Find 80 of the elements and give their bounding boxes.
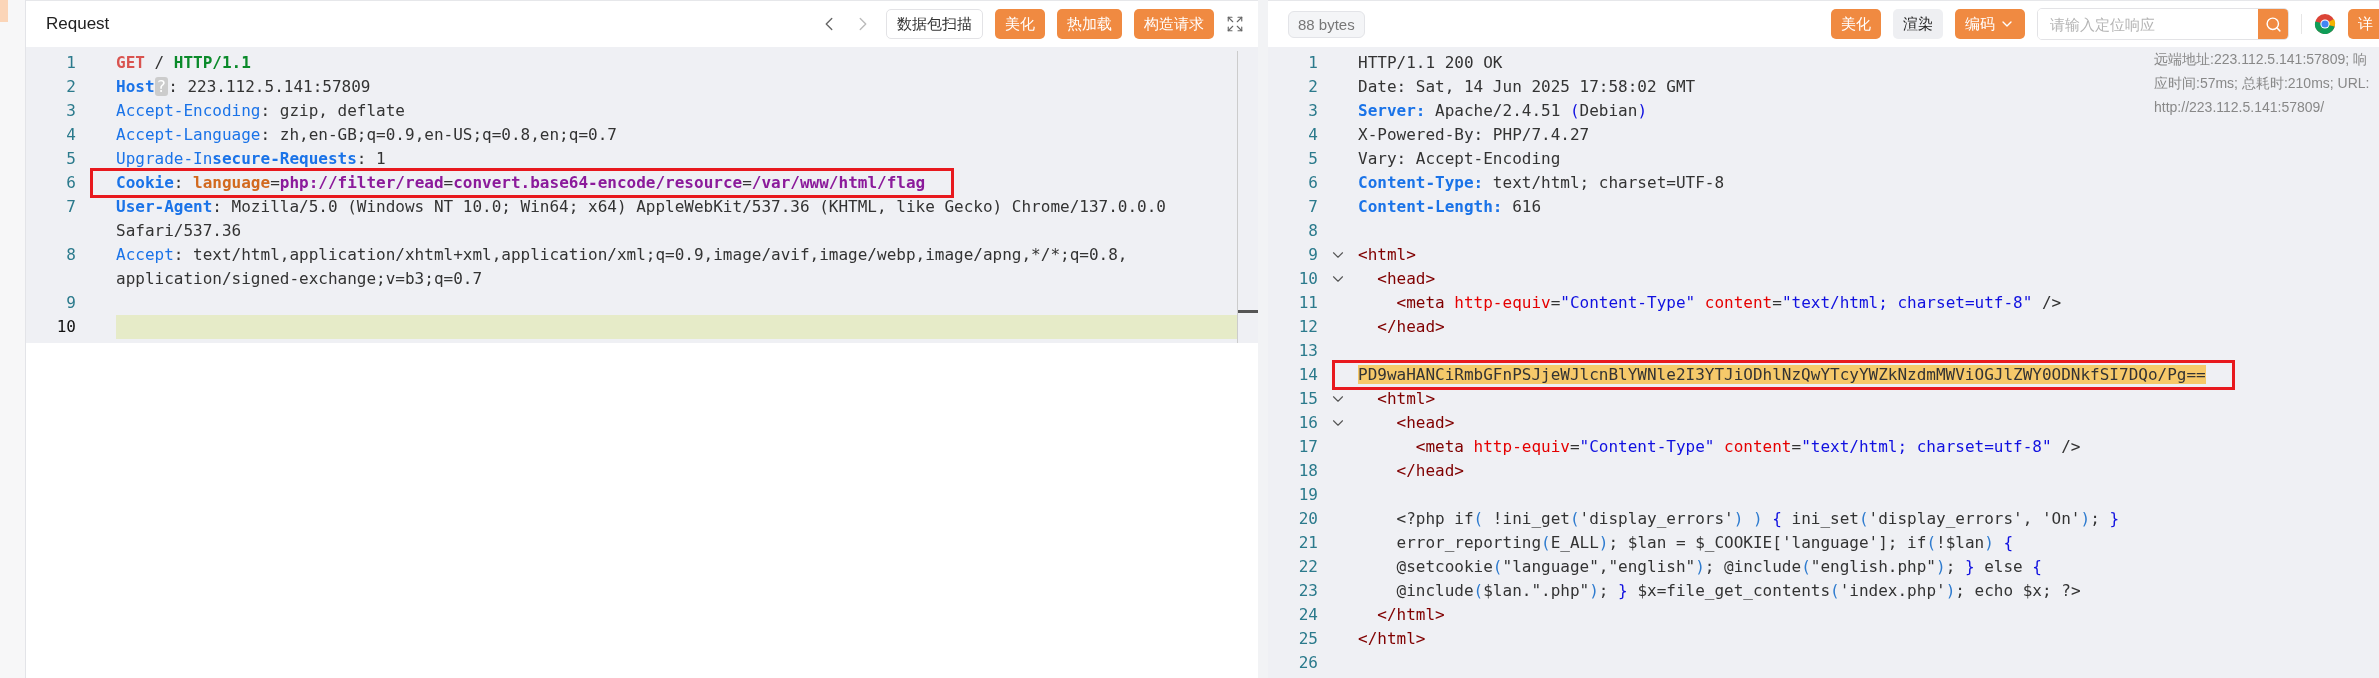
line-number: 10 (55, 316, 76, 338)
code-line: error_reporting(E_ALL); $lan = $_COOKIE['language']; if(!$lan) { (1395, 532, 2014, 554)
toolbar-button[interactable]: 美化 (995, 9, 1045, 39)
scrollbar[interactable] (1237, 51, 1258, 343)
line-number: 1 (65, 52, 76, 74)
line-number: 13 (1297, 340, 1318, 362)
code-line: Accept-Language: zh,en-GB;q=0.9,en-US;q=0.8,en;q=0.7 (116, 124, 617, 146)
code-line: Server: Apache/2.4.51 (Debian) (1358, 100, 1647, 122)
line-number: 2 (1307, 76, 1318, 98)
line-number: 20 (1297, 508, 1318, 530)
code-line: <meta http-equiv="Content-Type" content="text/html; charset=utf-8" /> (1414, 436, 2081, 458)
line-number: 9 (65, 292, 76, 314)
code-line: Host?: 223.112.5.141:57809 (116, 76, 371, 98)
line-number: 12 (1297, 316, 1318, 338)
code-line: <html> (1376, 388, 1436, 410)
line-number: 25 (1297, 628, 1318, 650)
code-line: </html> (1358, 628, 1426, 650)
code-line: </head> (1395, 460, 1464, 482)
line-number: 6 (65, 172, 76, 194)
line-number: 14 (1297, 364, 1318, 386)
code-line: GET / HTTP/1.1 (116, 52, 251, 74)
line-number: 6 (1307, 172, 1318, 194)
line-number: 8 (1307, 220, 1318, 242)
expand-icon[interactable] (1226, 15, 1244, 33)
search-icon (2264, 15, 2282, 33)
toolbar-button[interactable]: 渲染 (1893, 9, 1943, 39)
line-number: 8 (65, 244, 76, 266)
line-number: 11 (1297, 292, 1318, 314)
toolbar-button[interactable]: 美化 (1831, 9, 1881, 39)
scan-button[interactable]: 数据包扫描 (886, 9, 983, 39)
line-number: 3 (65, 100, 76, 122)
line-number: 3 (1307, 100, 1318, 122)
line-number: 21 (1297, 532, 1318, 554)
code-line: Accept-Encoding: gzip, deflate (116, 100, 405, 122)
line-number: 18 (1297, 460, 1318, 482)
toolbar-button[interactable]: 热加载 (1057, 9, 1122, 39)
response-info: 远端地址:223.112.5.141:57809; 响应时间:57ms; 总耗时:210ms; URL: http://223.112.5.141:57809/ (2154, 50, 2371, 117)
line-number: 10 (1297, 268, 1318, 290)
toolbar-button[interactable]: 构造请求 (1134, 9, 1214, 39)
detail-button[interactable]: 详 (2348, 9, 2379, 39)
code-line: HTTP/1.1 200 OK (1358, 52, 1503, 74)
encoding-dropdown[interactable]: 编码 (1955, 9, 2025, 39)
line-number: 22 (1297, 556, 1318, 578)
code-line: Date: Sat, 14 Jun 2025 17:58:02 GMT (1358, 76, 1696, 98)
code-line: Accept: text/html,application/xhtml+xml,application/xml;q=0.9,image/avif,image/webp,image/apng,*/*;q=0.8, application/signed-exchange;v=b3;q=0.7 (116, 244, 1129, 290)
line-number: 24 (1297, 604, 1318, 626)
line-number: 17 (1297, 436, 1318, 458)
code-line: User-Agent: Mozilla/5.0 (Windows NT 10.0; Win64; x64) AppleWebKit/537.36 (KHTML, like Gecko) Chrome/137.0.0.0 Safari/537.36 (116, 196, 1167, 242)
line-number: 16 (1297, 412, 1318, 434)
code-line: Vary: Accept-Encoding (1358, 148, 1561, 170)
size-badge: 88 bytes (1288, 10, 1365, 38)
panel-title: Request (46, 14, 110, 34)
line-number: 5 (1307, 148, 1318, 170)
line-number: 15 (1297, 388, 1318, 410)
code-line: Content-Length: 616 (1358, 196, 1542, 218)
line-number: 23 (1297, 580, 1318, 602)
code-line: </head> (1376, 316, 1445, 338)
code-line: <head> (1395, 412, 1455, 434)
code-line: Upgrade-Insecure-Requests: 1 (116, 148, 386, 170)
code-line: <?php if( !ini_get('display_errors') ) { ini_set('display_errors', 'On'); } (1395, 508, 2120, 530)
line-number: 5 (65, 148, 76, 170)
line-number: 4 (1307, 124, 1318, 146)
browser-icon[interactable] (2314, 13, 2336, 35)
line-number: 4 (65, 124, 76, 146)
line-number: 1 (1307, 52, 1318, 74)
code-line: <html> (1358, 244, 1416, 266)
code-line: Content-Type: text/html; charset=UTF-8 (1358, 172, 1725, 194)
code-line: @include($lan.".php"); } $x=file_get_contents('index.php'); echo $x; ?> (1395, 580, 2081, 602)
line-number: 9 (1307, 244, 1318, 266)
line-number: 19 (1297, 484, 1318, 506)
code-line: X-Powered-By: PHP/7.4.27 (1358, 124, 1590, 146)
line-number: 7 (1307, 196, 1318, 218)
code-line: </html> (1376, 604, 1445, 626)
line-number: 7 (65, 196, 76, 218)
line-number: 2 (65, 76, 76, 98)
search-field[interactable]: 请输入定位响应 (2037, 8, 2289, 40)
code-line: <head> (1376, 268, 1436, 290)
line-number: 26 (1297, 652, 1318, 674)
code-line: @setcookie("language","english"); @include("english.php"); } else { (1395, 556, 2042, 578)
code-line: <meta http-equiv="Content-Type" content="text/html; charset=utf-8" /> (1395, 292, 2062, 314)
